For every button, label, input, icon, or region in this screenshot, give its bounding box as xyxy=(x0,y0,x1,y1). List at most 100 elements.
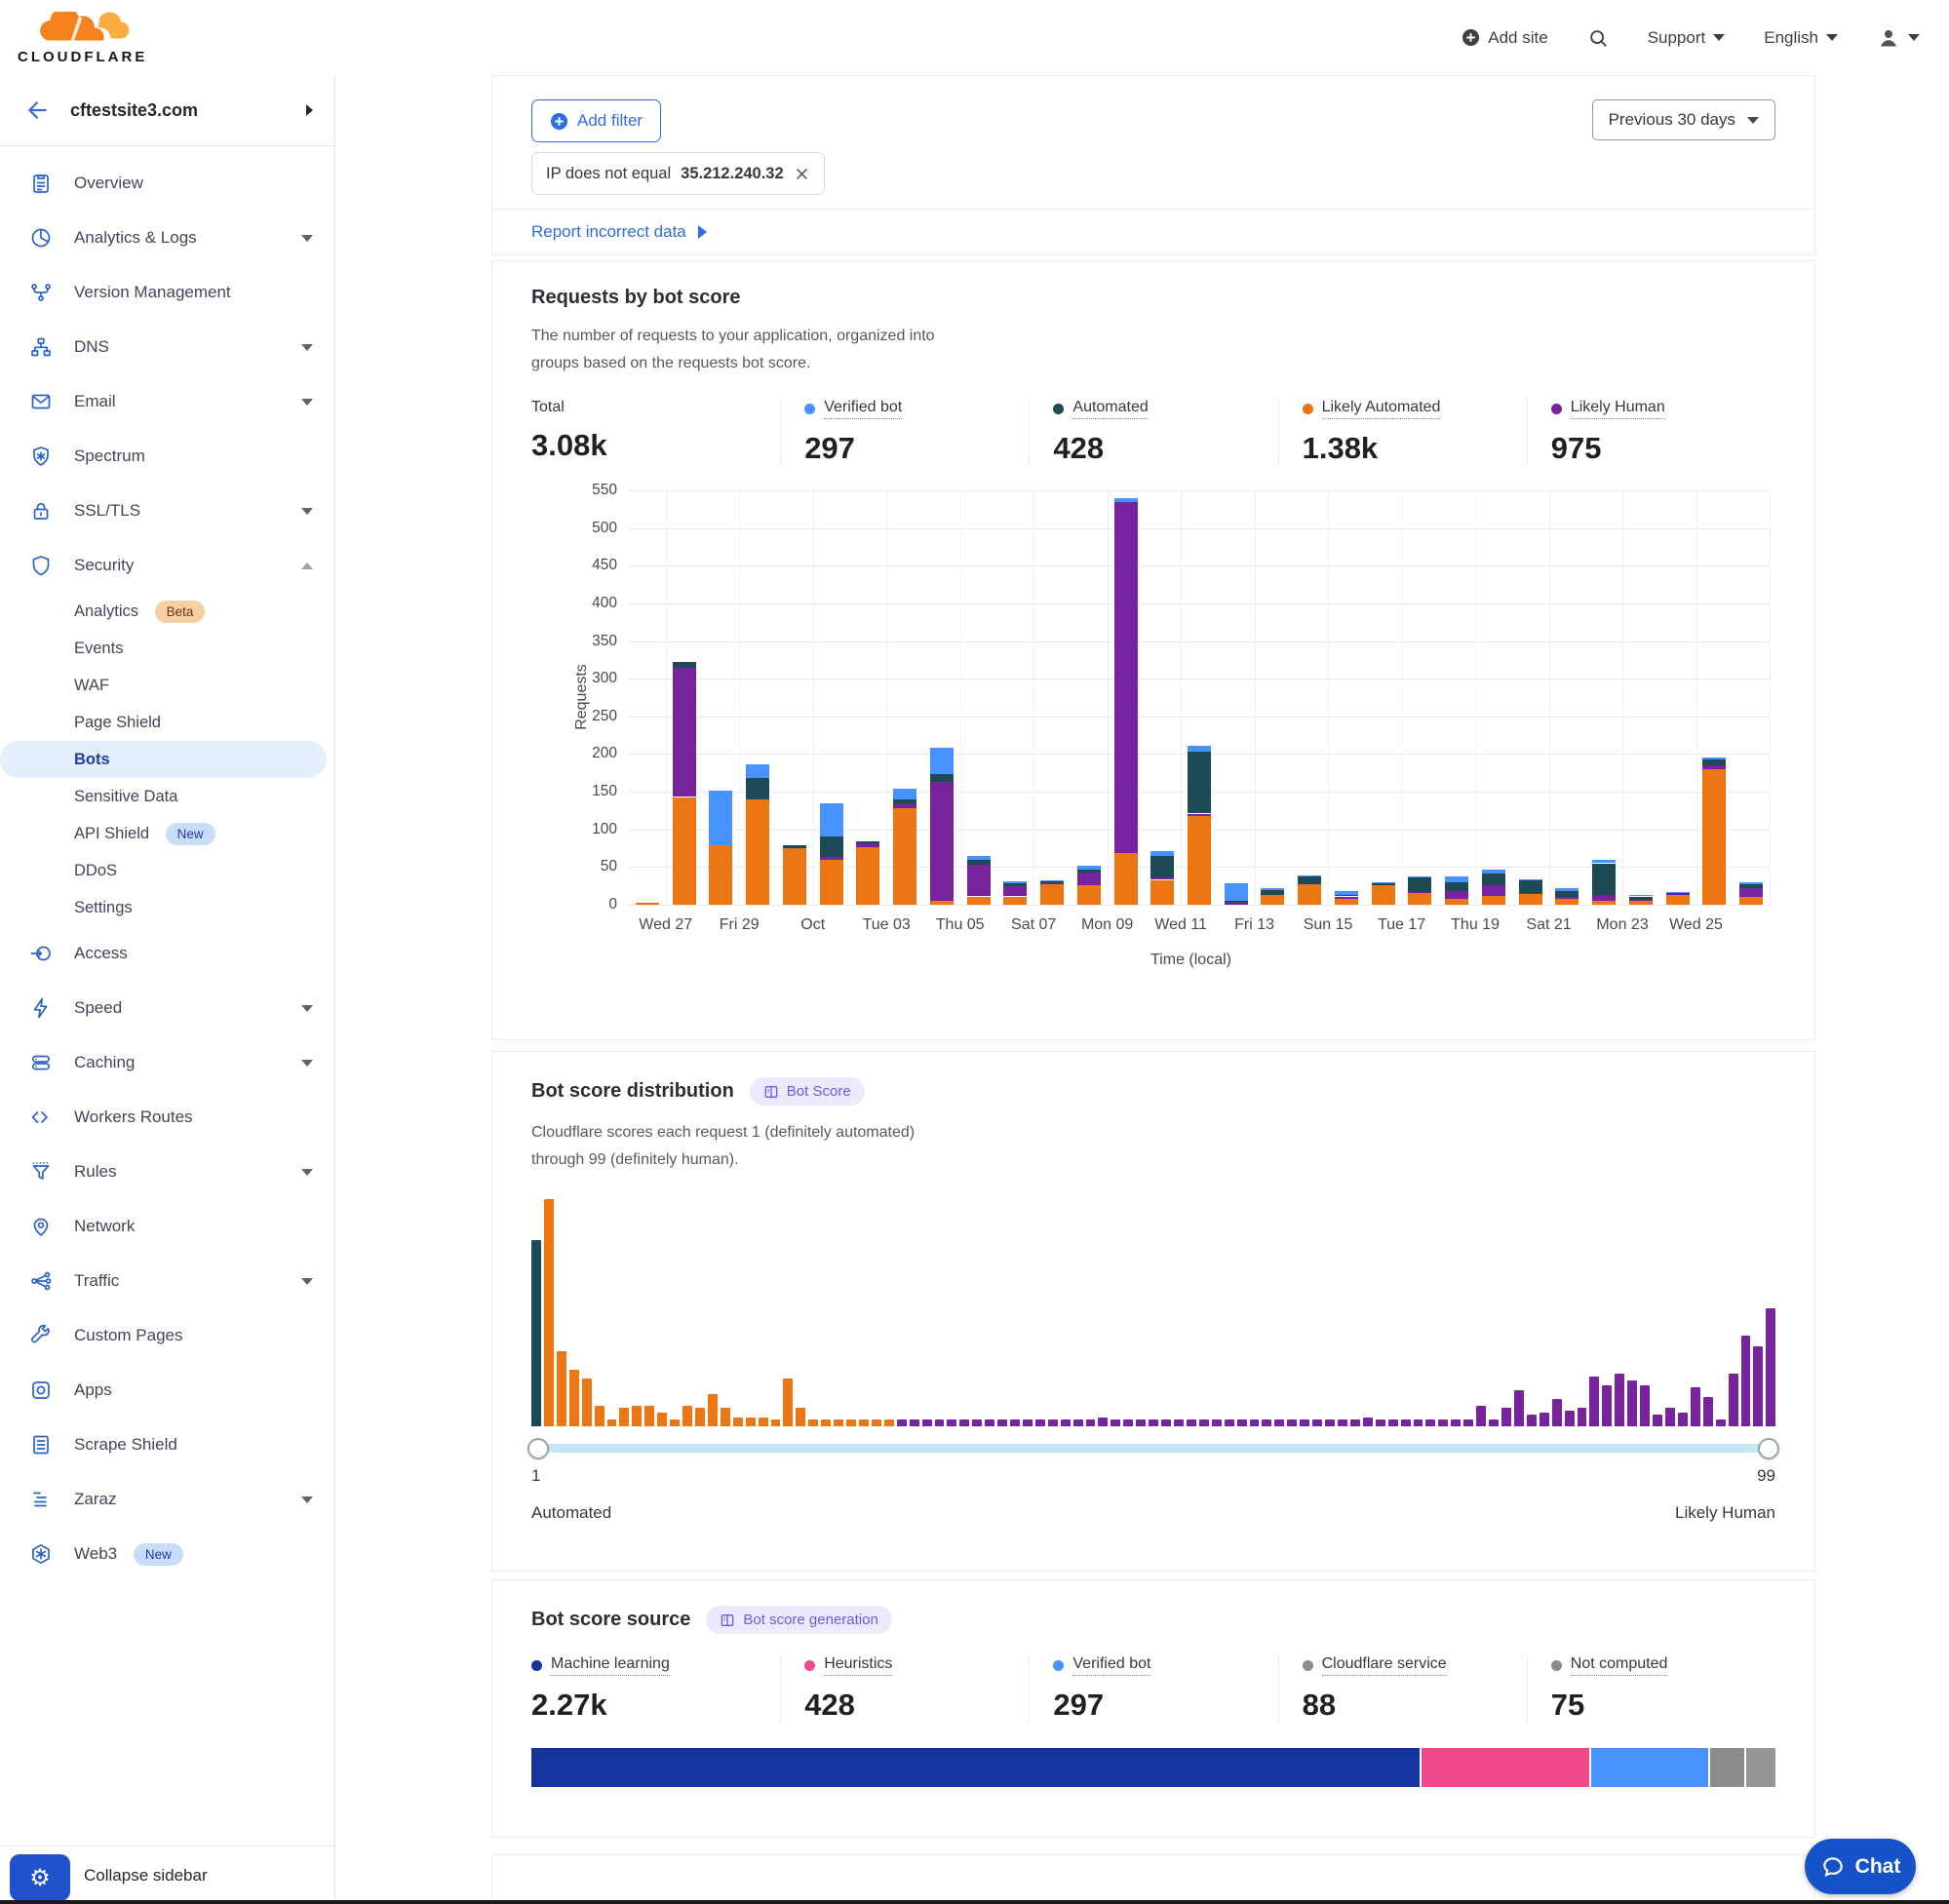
chat-button[interactable]: Chat xyxy=(1805,1839,1916,1894)
bar-segment-automated xyxy=(1077,870,1101,873)
bar-segment-likely-automated xyxy=(1372,885,1395,905)
chevron-down-icon[interactable] xyxy=(301,508,313,515)
support-menu[interactable]: Support xyxy=(1648,28,1726,48)
sidebar-item-apps[interactable]: Apps xyxy=(0,1363,334,1418)
add-site-button[interactable]: Add site xyxy=(1462,28,1547,48)
chevron-down-icon xyxy=(1713,34,1725,41)
slider-handle-min[interactable] xyxy=(527,1438,549,1459)
sidebar-item-custom-pages[interactable]: Custom Pages xyxy=(0,1308,334,1363)
sidebar-item-security-bots[interactable]: Bots xyxy=(0,741,327,778)
histogram-bar-score-69 xyxy=(1388,1419,1398,1426)
slider-captions: Automated Likely Human xyxy=(531,1503,1775,1523)
bar-segment-likely-human xyxy=(1335,897,1358,899)
site-name: cftestsite3.com xyxy=(70,100,306,121)
sidebar-item-web3[interactable]: Web3 New xyxy=(0,1527,334,1581)
legend-dot xyxy=(1303,404,1313,414)
sidebar-item-scrape-shield[interactable]: Scrape Shield xyxy=(0,1418,334,1472)
settings-gear-button[interactable]: ⚙ xyxy=(10,1854,70,1901)
search-button[interactable] xyxy=(1587,27,1609,49)
language-menu[interactable]: English xyxy=(1764,28,1838,48)
sidebar-item-zaraz[interactable]: Zaraz xyxy=(0,1472,334,1527)
sidebar-item-speed[interactable]: Speed xyxy=(0,981,334,1035)
bar-segment-verified-bot xyxy=(1592,860,1616,863)
stat-label: Likely Automated xyxy=(1322,399,1441,419)
chevron-down-icon[interactable] xyxy=(301,1169,313,1176)
sidebar-item-analytics-logs[interactable]: Analytics & Logs xyxy=(0,211,334,265)
chevron-right-icon[interactable] xyxy=(306,104,313,116)
chevron-down-icon[interactable] xyxy=(301,1005,313,1012)
sidebar-item-security-api-shield[interactable]: API Shield New xyxy=(0,815,334,852)
sidebar-item-security-analytics[interactable]: Analytics Beta xyxy=(0,593,334,630)
sidebar-item-security-sensitive-data[interactable]: Sensitive Data xyxy=(0,778,334,815)
sidebar: cftestsite3.com OverviewAnalytics & Logs… xyxy=(0,75,335,1904)
bar-segment-verified-bot xyxy=(1408,876,1431,878)
score-range-slider[interactable] xyxy=(531,1444,1775,1453)
sidebar-nav: OverviewAnalytics & LogsVersion Manageme… xyxy=(0,146,334,1581)
chevron-down-icon[interactable] xyxy=(301,399,313,406)
chevron-down-icon[interactable] xyxy=(301,235,313,242)
sidebar-item-version-management[interactable]: Version Management xyxy=(0,265,334,320)
funnel-icon xyxy=(29,1160,53,1184)
histogram-bar-score-89 xyxy=(1640,1385,1650,1426)
y-axis-tick: 500 xyxy=(574,520,617,537)
sidebar-item-workers-routes[interactable]: Workers Routes xyxy=(0,1090,334,1145)
bar-segment-verified-bot xyxy=(1225,883,1248,902)
sidebar-item-security-settings[interactable]: Settings xyxy=(0,889,334,926)
sidebar-item-spectrum[interactable]: Spectrum xyxy=(0,429,334,484)
account-menu[interactable] xyxy=(1877,26,1920,50)
chevron-down-icon[interactable] xyxy=(301,1060,313,1067)
bar-segment-automated xyxy=(783,845,806,848)
time-range-dropdown[interactable]: Previous 30 days xyxy=(1592,99,1775,140)
remove-filter-button[interactable] xyxy=(794,166,810,182)
chevron-down-icon[interactable] xyxy=(301,1278,313,1285)
sidebar-item-access[interactable]: Access xyxy=(0,926,334,981)
bot-score-docs-badge[interactable]: Bot Score xyxy=(750,1077,865,1106)
app-icon xyxy=(29,1379,53,1402)
sidebar-item-overview[interactable]: Overview xyxy=(0,156,334,211)
sidebar-item-ssl-tls[interactable]: SSL/TLS xyxy=(0,484,334,538)
bar-segment-likely-human xyxy=(1482,885,1505,896)
cloudflare-logo[interactable]: CLOUDFLARE xyxy=(18,12,147,64)
bar-segment-likely-human xyxy=(820,857,843,861)
sidebar-item-security-ddos[interactable]: DDoS xyxy=(0,852,334,889)
site-selector[interactable]: cftestsite3.com xyxy=(0,75,334,146)
gridline xyxy=(739,490,740,905)
sidebar-item-security-waf[interactable]: WAF xyxy=(0,667,334,704)
back-arrow-icon[interactable] xyxy=(25,97,51,123)
chevron-down-icon[interactable] xyxy=(301,1496,313,1503)
bar-segment-automated xyxy=(1739,884,1763,888)
stat-total: Total3.08k xyxy=(531,399,780,466)
chevron-down-icon[interactable] xyxy=(301,344,313,351)
histogram-bar-score-22 xyxy=(796,1408,805,1426)
requests-chart: 050100150200250300350400450500550Wed 27F… xyxy=(531,476,1775,963)
histogram-bar-score-40 xyxy=(1023,1419,1033,1426)
histogram-bar-score-6 xyxy=(595,1406,604,1426)
histogram-bar-score-49 xyxy=(1136,1419,1146,1426)
chevron-up-icon[interactable] xyxy=(301,563,313,569)
sidebar-item-email[interactable]: Email xyxy=(0,374,334,429)
sidebar-item-network[interactable]: Network xyxy=(0,1199,334,1254)
sidebar-item-security-events[interactable]: Events xyxy=(0,630,334,667)
sidebar-item-label: Sensitive Data xyxy=(74,788,325,806)
histogram-bar-score-97 xyxy=(1741,1336,1751,1426)
report-incorrect-data-link[interactable]: Report incorrect data xyxy=(531,222,707,242)
stat-value: 975 xyxy=(1551,431,1775,466)
add-filter-button[interactable]: Add filter xyxy=(531,99,661,142)
collapse-sidebar-button[interactable]: Collapse sidebar xyxy=(84,1866,208,1885)
histogram-bar-score-95 xyxy=(1716,1419,1726,1426)
sidebar-item-rules[interactable]: Rules xyxy=(0,1145,334,1199)
sidebar-item-label: Settings xyxy=(74,899,325,917)
sidebar-item-security[interactable]: Security xyxy=(0,538,334,593)
histogram-bar-score-35 xyxy=(959,1419,969,1426)
filters-panel: Add filter IP does not equal 35.212.240.… xyxy=(491,75,1815,255)
sidebar-item-dns[interactable]: DNS xyxy=(0,320,334,374)
gridline xyxy=(629,905,1770,906)
next-panel-stub xyxy=(491,1854,1815,1904)
bar-segment-likely-automated xyxy=(1040,884,1064,905)
sidebar-item-security-page-shield[interactable]: Page Shield xyxy=(0,704,334,741)
slider-handle-max[interactable] xyxy=(1758,1438,1779,1459)
sidebar-item-traffic[interactable]: Traffic xyxy=(0,1254,334,1308)
sidebar-item-caching[interactable]: Caching xyxy=(0,1035,334,1090)
bot-score-generation-docs-badge[interactable]: Bot score generation xyxy=(706,1606,891,1634)
bar-segment-automated xyxy=(1666,893,1690,895)
